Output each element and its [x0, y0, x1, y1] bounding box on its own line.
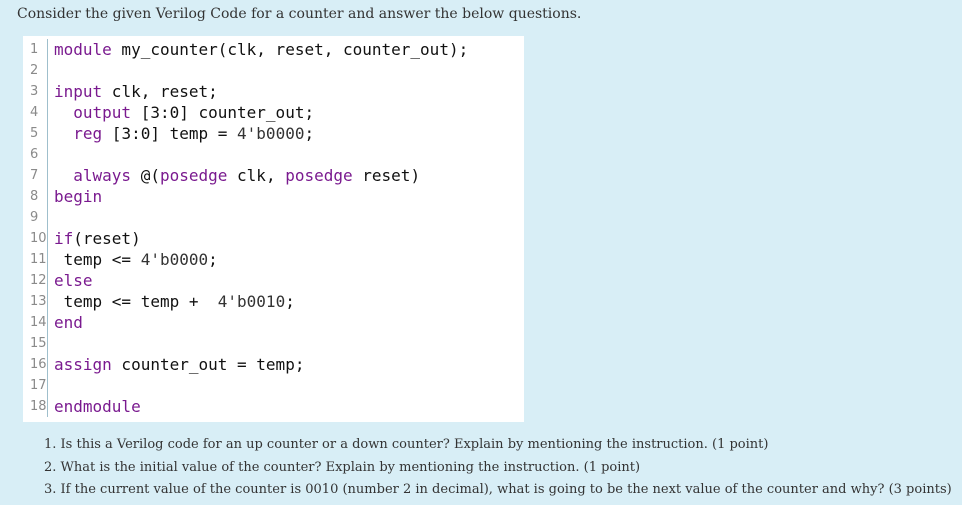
line-number: 14 — [23, 312, 48, 333]
code-block: 1 module my_counter(clk, reset, counter_o… — [23, 36, 524, 422]
line-number: 13 — [23, 291, 48, 312]
code-token: counter_out = temp; — [111, 355, 305, 374]
code-keyword: endmodule — [54, 397, 141, 416]
code-line: 15 — [23, 333, 524, 354]
line-number: 11 — [23, 249, 48, 270]
code-text: temp <= 4'b0000; — [54, 249, 218, 270]
code-token: clk, reset; — [102, 82, 218, 101]
code-line: 17 — [23, 375, 524, 396]
code-keyword: posedge — [285, 166, 353, 185]
code-text: endmodule — [54, 396, 141, 417]
code-line: 1 module my_counter(clk, reset, counter_o… — [23, 39, 524, 60]
code-line: 6 — [23, 144, 524, 165]
code-text: reg [3:0] temp = 4'b0000; — [54, 123, 314, 144]
code-lines: 1 module my_counter(clk, reset, counter_o… — [23, 36, 524, 417]
code-keyword: output — [73, 103, 132, 122]
code-keyword: else — [54, 271, 93, 290]
code-keyword: begin — [54, 187, 103, 206]
code-token: temp <= temp + — [54, 292, 218, 311]
code-line: 14 end — [23, 312, 524, 333]
code-keyword: reg — [73, 124, 103, 143]
code-line: 11 temp <= 4'b0000; — [23, 249, 524, 270]
line-number: 10 — [23, 228, 48, 249]
code-keyword: assign — [54, 355, 112, 374]
line-number: 16 — [23, 354, 48, 375]
line-number: 6 — [23, 144, 48, 165]
code-token: ; — [285, 292, 295, 311]
code-line: 8 begin — [23, 186, 524, 207]
code-keyword: module — [54, 40, 112, 59]
code-keyword: input — [54, 82, 103, 101]
code-line: 18 endmodule — [23, 396, 524, 417]
code-token: temp <= — [54, 250, 141, 269]
line-number: 2 — [23, 60, 48, 81]
code-token: ; — [208, 250, 218, 269]
question-item: 2. What is the initial value of the coun… — [44, 459, 641, 475]
code-line: 7 always @(posedge clk, posedge reset) — [23, 165, 524, 186]
code-token: ; — [304, 124, 315, 143]
code-line: 4 output [3:0] counter_out; — [23, 102, 524, 123]
code-text: if(reset) — [54, 228, 141, 249]
line-number: 15 — [23, 333, 48, 354]
code-token: [3:0] counter_out; — [131, 103, 315, 122]
code-line: 5 reg [3:0] temp = 4'b0000; — [23, 123, 524, 144]
code-line: 2 — [23, 60, 524, 81]
code-token: clk, — [227, 166, 286, 185]
line-number: 17 — [23, 375, 48, 396]
code-text: end — [54, 312, 83, 333]
code-line: 12 else — [23, 270, 524, 291]
code-text: assign counter_out = temp; — [54, 354, 304, 375]
code-keyword: always — [73, 166, 132, 185]
code-literal: 4'b0000 — [140, 250, 209, 269]
code-text: temp <= temp + 4'b0010; — [54, 291, 295, 312]
line-number: 8 — [23, 186, 48, 207]
line-number: 9 — [23, 207, 48, 228]
line-number: 5 — [23, 123, 48, 144]
code-line: 13 temp <= temp + 4'b0010; — [23, 291, 524, 312]
question-item: 1. Is this a Verilog code for an up coun… — [44, 437, 769, 452]
code-token: [3:0] temp = — [102, 124, 238, 143]
question-item: 3. If the current value of the counter i… — [44, 482, 952, 497]
code-literal: 4'b0000 — [237, 124, 305, 143]
line-number: 1 — [23, 39, 48, 60]
line-number: 7 — [23, 165, 48, 186]
code-keyword: if — [54, 229, 74, 248]
line-number: 3 — [23, 81, 48, 102]
code-token: reset) — [352, 166, 421, 185]
code-text: begin — [54, 186, 102, 207]
line-number: 4 — [23, 102, 48, 123]
code-token: @( — [131, 166, 160, 185]
intro-text: Consider the given Verilog Code for a co… — [17, 6, 582, 22]
code-text: always @(posedge clk, posedge reset) — [54, 165, 420, 186]
code-text: input clk, reset; — [54, 81, 218, 102]
code-token: (reset) — [73, 229, 141, 248]
line-number: 12 — [23, 270, 48, 291]
code-line: 10 if(reset) — [23, 228, 524, 249]
code-text: else — [54, 270, 93, 291]
code-token: my_counter(clk, reset, counter_out); — [111, 40, 469, 59]
code-keyword: posedge — [159, 166, 228, 185]
code-text: module my_counter(clk, reset, counter_ou… — [54, 39, 468, 60]
line-number: 18 — [23, 396, 48, 417]
code-line: 9 — [23, 207, 524, 228]
code-literal: 4'b0010 — [217, 292, 286, 311]
code-text: output [3:0] counter_out; — [54, 102, 314, 123]
code-line: 3 input clk, reset; — [23, 81, 524, 102]
question-list: 1. Is this a Verilog code for an up coun… — [44, 434, 952, 502]
code-line: 16 assign counter_out = temp; — [23, 354, 524, 375]
code-keyword: end — [54, 313, 83, 332]
